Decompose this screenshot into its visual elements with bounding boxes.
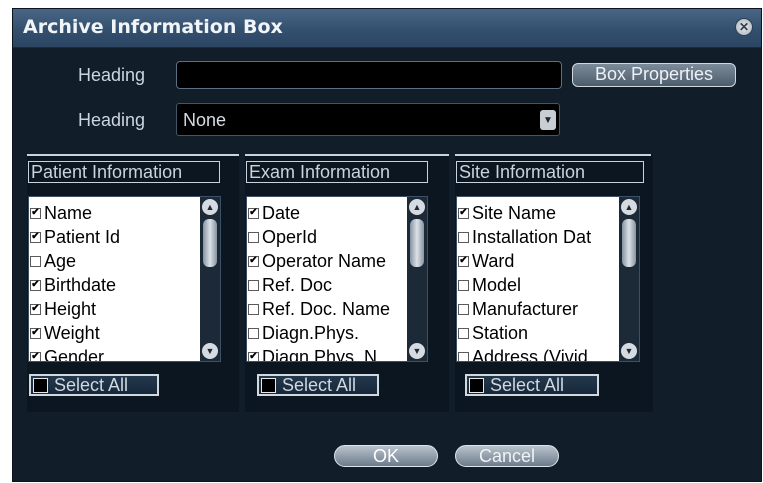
list-item[interactable]: ✔ Ward: [458, 249, 514, 273]
list-item[interactable]: ✔ Operator Name: [248, 249, 386, 273]
checkbox[interactable]: [469, 377, 484, 393]
checkbox[interactable]: [458, 231, 469, 243]
list-item[interactable]: Diagn.Phys.: [248, 321, 359, 345]
heading-label-2: Heading: [78, 110, 146, 130]
list-item[interactable]: Address (Vivid: [458, 345, 588, 361]
checkbox[interactable]: [30, 255, 41, 267]
scrollbar[interactable]: ▲ ▼: [619, 197, 639, 361]
list-item[interactable]: Age: [30, 249, 76, 273]
list-item[interactable]: ✔ Date: [248, 201, 300, 225]
panel-title: Patient Information: [28, 161, 220, 183]
list-item[interactable]: ✔ Gender: [30, 345, 104, 361]
checkbox[interactable]: ✔: [30, 279, 41, 291]
panel-title: Site Information: [456, 161, 644, 183]
list-item[interactable]: ✔ Patient Id: [30, 225, 120, 249]
heading-input[interactable]: [176, 61, 562, 89]
list-item[interactable]: ✔ Weight: [30, 321, 100, 345]
panel-patient-information: Patient Information ✔ Name ✔ Patient Id Ag…: [27, 154, 239, 412]
checkbox[interactable]: ✔: [30, 327, 41, 339]
checkbox[interactable]: ✔: [248, 207, 259, 219]
list-item[interactable]: ✔ Diagn.Phys. N: [248, 345, 377, 361]
checkbox[interactable]: [458, 279, 469, 291]
chevron-down-icon[interactable]: ▼: [540, 110, 556, 130]
checkbox[interactable]: [33, 377, 48, 393]
list-item[interactable]: Ref. Doc. Name: [248, 297, 390, 321]
scroll-up-icon[interactable]: ▲: [409, 199, 425, 215]
heading-select[interactable]: None ▼: [176, 103, 560, 136]
checkbox[interactable]: [248, 327, 259, 339]
checkbox[interactable]: ✔: [458, 255, 469, 267]
cancel-button[interactable]: Cancel: [455, 445, 559, 467]
checkbox[interactable]: [248, 279, 259, 291]
list-item[interactable]: ✔ Name: [30, 201, 92, 225]
scroll-down-icon[interactable]: ▼: [202, 343, 218, 359]
list-item[interactable]: OperId: [248, 225, 317, 249]
scroll-up-icon[interactable]: ▲: [202, 199, 218, 215]
select-all-patient[interactable]: Select All: [29, 374, 159, 396]
list-item[interactable]: Manufacturer: [458, 297, 578, 321]
site-information-list[interactable]: ✔ Site Name Installation Dat ✔ Ward Model …: [456, 196, 640, 362]
checkbox[interactable]: ✔: [458, 207, 469, 219]
panel-site-information: Site Information ✔ Site Name Installation…: [455, 154, 653, 412]
select-all-site[interactable]: Select All: [465, 374, 599, 396]
scrollbar[interactable]: ▲ ▼: [407, 197, 427, 361]
heading-label-1: Heading: [78, 65, 146, 85]
list-item[interactable]: Ref. Doc: [248, 273, 332, 297]
panel-exam-information: Exam Information ✔ Date OperId ✔ Operator …: [245, 154, 449, 412]
scrollbar[interactable]: ▲ ▼: [200, 197, 220, 361]
scroll-down-icon[interactable]: ▼: [409, 343, 425, 359]
scroll-up-icon[interactable]: ▲: [621, 199, 637, 215]
patient-information-list[interactable]: ✔ Name ✔ Patient Id Age ✔ Birthdate ✔ Height…: [28, 196, 221, 362]
checkbox[interactable]: [458, 327, 469, 339]
checkbox[interactable]: [248, 231, 259, 243]
list-item[interactable]: ✔ Height: [30, 297, 96, 321]
checkbox[interactable]: ✔: [30, 351, 41, 361]
list-item[interactable]: ✔ Birthdate: [30, 273, 116, 297]
checkbox[interactable]: ✔: [30, 207, 41, 219]
scrollbar-thumb[interactable]: [203, 219, 217, 267]
checkbox[interactable]: [458, 303, 469, 315]
exam-information-list[interactable]: ✔ Date OperId ✔ Operator Name Ref. Doc Ref…: [246, 196, 428, 362]
scrollbar-thumb[interactable]: [622, 219, 636, 267]
title-bar: Archive Information Box ✕: [13, 9, 761, 48]
checkbox[interactable]: ✔: [248, 255, 259, 267]
list-item[interactable]: Installation Dat: [458, 225, 591, 249]
ok-button[interactable]: OK: [334, 445, 438, 467]
box-properties-button[interactable]: Box Properties: [572, 63, 736, 87]
scroll-down-icon[interactable]: ▼: [621, 343, 637, 359]
select-all-exam[interactable]: Select All: [257, 374, 379, 396]
list-item[interactable]: ✔ Site Name: [458, 201, 556, 225]
checkbox[interactable]: ✔: [30, 303, 41, 315]
dialog-title: Archive Information Box: [23, 16, 283, 38]
heading-select-value: None: [183, 110, 227, 130]
checkbox[interactable]: [458, 351, 469, 361]
panel-title: Exam Information: [246, 161, 428, 183]
list-item[interactable]: Station: [458, 321, 528, 345]
list-item[interactable]: Model: [458, 273, 521, 297]
close-icon[interactable]: ✕: [735, 18, 753, 36]
checkbox[interactable]: ✔: [30, 231, 41, 243]
archive-information-dialog: Archive Information Box ✕ Heading Box Pr…: [12, 8, 762, 482]
checkbox[interactable]: [248, 303, 259, 315]
checkbox[interactable]: ✔: [248, 351, 259, 361]
checkbox[interactable]: [261, 377, 276, 393]
scrollbar-thumb[interactable]: [410, 219, 424, 267]
